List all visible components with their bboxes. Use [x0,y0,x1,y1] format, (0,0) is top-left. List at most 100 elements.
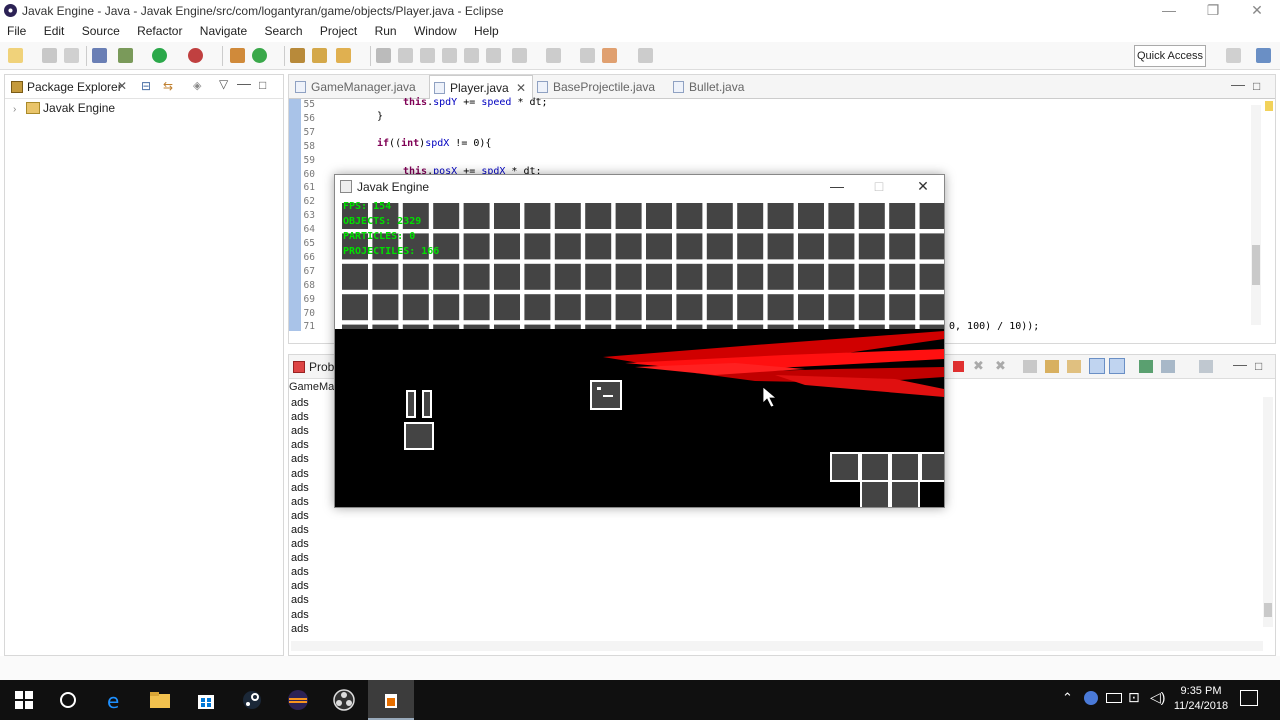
annotation-prev-icon[interactable] [398,48,413,63]
search-icon[interactable] [336,48,351,63]
display-console-icon[interactable] [1161,360,1175,373]
menu-navigate[interactable]: Navigate [193,22,254,40]
skip-breakpoints-icon[interactable] [92,48,107,63]
view-menu-icon[interactable]: ◈ [193,79,201,92]
tile [585,263,612,290]
link-editor-icon[interactable]: ⇆ [163,79,173,93]
editor-vertical-scrollbar[interactable] [1251,105,1261,325]
forward-icon[interactable] [638,48,653,63]
show-on-error-icon[interactable] [1109,358,1125,374]
clock[interactable]: 9:35 PM 11/24/2018 [1166,684,1236,714]
show-whitespace-icon[interactable] [486,48,501,63]
edge-browser-icon[interactable]: e [104,688,128,713]
game-minimize-button[interactable]: — [817,177,857,197]
maximize-button[interactable]: ❐ [1190,0,1236,22]
pin-console-icon[interactable] [1139,360,1153,373]
debug-icon[interactable] [118,48,133,63]
close-button[interactable]: ✕ [1234,0,1280,22]
battery-icon[interactable] [1106,693,1122,703]
steam-icon[interactable] [240,688,264,712]
open-task-icon[interactable] [312,48,327,63]
menu-window[interactable]: Window [407,22,464,40]
console-vertical-scrollbar[interactable] [1263,397,1273,627]
save-all-icon[interactable] [64,48,79,63]
obs-icon[interactable] [332,688,356,712]
minimize-view-icon[interactable]: — [237,75,251,91]
chevron-down-icon[interactable]: ▽ [219,77,228,91]
close-view-icon[interactable]: ✕ [117,79,127,93]
terminate-icon[interactable] [953,361,964,372]
steam-tray-icon[interactable] [1084,691,1098,705]
scroll-lock-icon[interactable] [1045,360,1059,373]
toggle-mark-icon[interactable] [442,48,457,63]
minimize-editor-icon[interactable]: — [1231,76,1245,92]
annotation-next-icon[interactable] [376,48,391,63]
expand-chevron-icon[interactable]: › [13,104,16,115]
console-scroll-thumb[interactable] [1264,603,1272,617]
minimize-button[interactable]: — [1146,0,1192,22]
windows-start-icon[interactable] [12,688,36,712]
show-hidden-icons-icon[interactable]: ⌃ [1062,690,1073,706]
game-canvas[interactable] [335,329,944,507]
minimize-console-icon[interactable]: — [1233,356,1247,372]
word-wrap-icon[interactable] [1067,360,1081,373]
java-taskbar-button[interactable] [368,680,414,720]
java-perspective-icon[interactable] [1256,48,1271,63]
last-edit-location-icon[interactable] [580,48,595,63]
maximize-editor-icon[interactable]: □ [1253,79,1260,93]
store-icon[interactable] [194,688,218,712]
line-number: 70 [303,307,315,319]
warning-marker-icon[interactable] [1265,101,1273,111]
java-cup-icon [340,180,352,193]
menu-help[interactable]: Help [467,22,506,40]
tab-gamemanager[interactable]: GameManager.java [291,75,429,99]
menu-run[interactable]: Run [368,22,404,40]
quick-access-input[interactable]: Quick Access [1134,45,1206,67]
tab-baseprojectile[interactable]: BaseProjectile.java [533,75,673,99]
open-console-icon[interactable] [1199,360,1213,373]
game-maximize-button[interactable]: □ [859,177,899,197]
problems-tab[interactable]: Probl [309,360,337,374]
tab-bullet[interactable]: Bullet.java [669,75,769,99]
run-external-icon[interactable] [188,48,203,63]
remove-all-icon[interactable]: ✖ [995,358,1006,374]
menu-file[interactable]: File [0,22,33,40]
prev-annotation-icon[interactable] [546,48,561,63]
new-java-project-icon[interactable] [230,48,245,63]
cortana-icon[interactable] [56,688,80,712]
tab-player[interactable]: Player.java ✕ [429,75,533,99]
back-icon[interactable] [602,48,617,63]
tile [646,294,672,321]
volume-icon[interactable]: ◁) [1150,689,1165,706]
menu-edit[interactable]: Edit [37,22,72,40]
tree-item-project[interactable]: › Javak Engine [13,101,115,115]
network-icon[interactable]: ⊡ [1128,689,1140,706]
open-perspective-icon[interactable] [1226,48,1241,63]
next-annotation-icon[interactable] [512,48,527,63]
menu-search[interactable]: Search [258,22,310,40]
editor-scroll-thumb[interactable] [1252,245,1260,285]
save-icon[interactable] [42,48,57,63]
maximize-view-icon[interactable]: □ [259,78,266,92]
maximize-console-icon[interactable]: □ [1255,359,1262,373]
menu-refactor[interactable]: Refactor [130,22,189,40]
last-edit-icon[interactable] [420,48,435,63]
clear-console-icon[interactable] [1023,360,1037,373]
remove-launch-icon[interactable]: ✖ [973,358,984,374]
toggle-block-icon[interactable] [464,48,479,63]
open-type-icon[interactable] [290,48,305,63]
file-explorer-icon[interactable] [148,688,172,712]
console-horizontal-scrollbar[interactable] [291,641,1263,651]
new-class-icon[interactable] [252,48,267,63]
eclipse-taskbar-icon[interactable] [286,688,310,712]
menu-source[interactable]: Source [75,22,127,40]
game-close-button[interactable]: ✕ [903,177,943,197]
package-explorer-tab[interactable]: Package Explorer ✕ ⊟ ⇆ ◈ ▽ — □ [5,75,283,99]
action-center-icon[interactable] [1240,690,1258,706]
run-icon[interactable] [152,48,167,63]
show-on-output-icon[interactable] [1089,358,1105,374]
new-icon[interactable] [8,48,23,63]
menu-project[interactable]: Project [313,22,364,40]
collapse-all-icon[interactable]: ⊟ [141,79,151,93]
tile [342,294,368,321]
